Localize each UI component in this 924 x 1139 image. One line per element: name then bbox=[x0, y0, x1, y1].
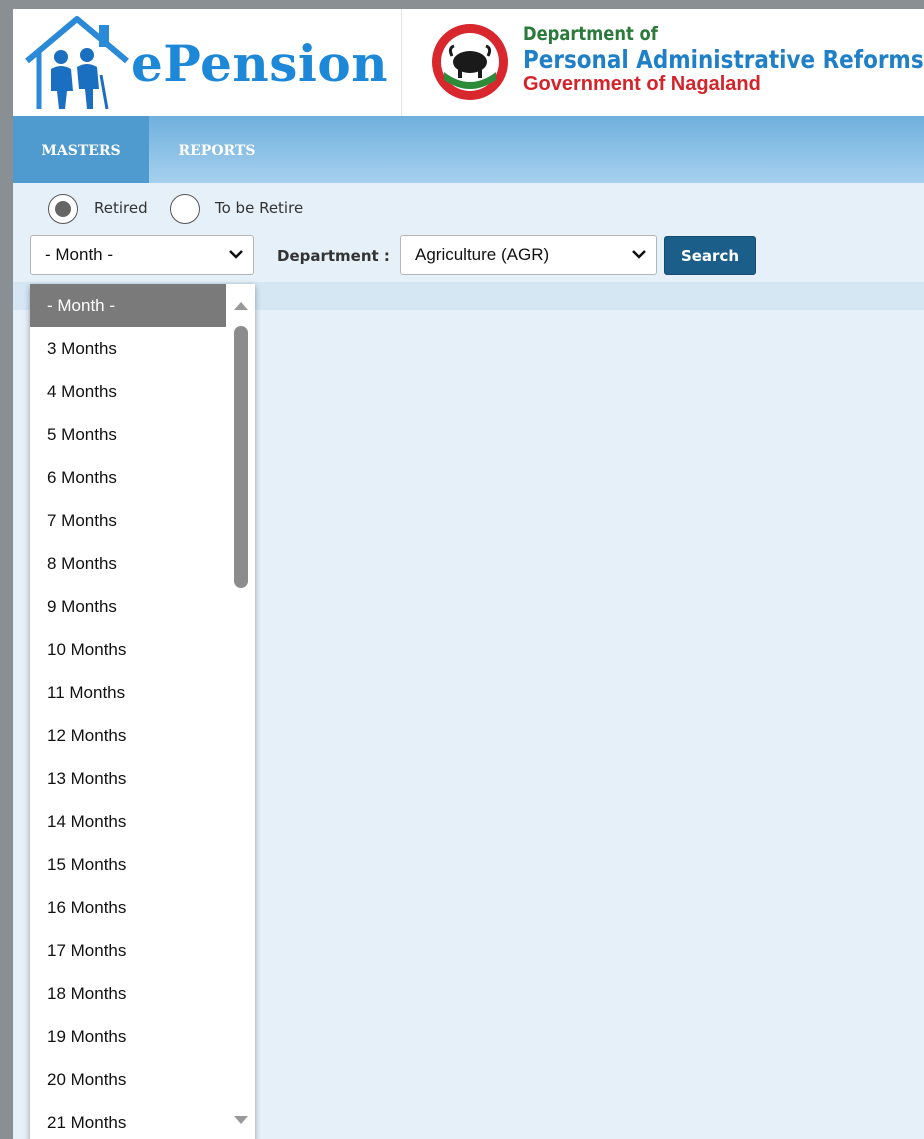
search-button[interactable]: Search bbox=[664, 236, 756, 275]
scroll-up-arrow-icon[interactable] bbox=[234, 302, 248, 310]
department-label: Department : bbox=[277, 247, 390, 265]
pension-house-icon bbox=[25, 16, 129, 110]
month-option[interactable]: 20 Months bbox=[30, 1058, 226, 1101]
radio-retired[interactable] bbox=[48, 194, 78, 224]
header-divider bbox=[401, 9, 402, 116]
nagaland-emblem-icon bbox=[432, 24, 508, 100]
month-option[interactable]: 13 Months bbox=[30, 757, 226, 800]
month-option[interactable]: 14 Months bbox=[30, 800, 226, 843]
scrollbar-thumb[interactable] bbox=[234, 326, 248, 588]
month-option[interactable]: 7 Months bbox=[30, 499, 226, 542]
app-frame: ePension Department of Personal Administ… bbox=[13, 9, 924, 1139]
department-select[interactable]: Agriculture (AGR) bbox=[400, 235, 657, 275]
epension-logo[interactable]: ePension bbox=[19, 13, 399, 113]
department-select-value: Agriculture (AGR) bbox=[415, 245, 550, 264]
month-option[interactable]: 9 Months bbox=[30, 585, 226, 628]
month-option[interactable]: 16 Months bbox=[30, 886, 226, 929]
month-option[interactable]: 15 Months bbox=[30, 843, 226, 886]
month-option[interactable]: 11 Months bbox=[30, 671, 226, 714]
month-option[interactable]: 19 Months bbox=[30, 1015, 226, 1058]
dropdown-scrollbar[interactable] bbox=[227, 284, 255, 1139]
dept-line-2: Personal Administrative Reforms bbox=[523, 45, 924, 74]
month-option[interactable]: 3 Months bbox=[30, 327, 226, 370]
radio-to-be-retire[interactable] bbox=[170, 194, 200, 224]
scroll-down-arrow-icon[interactable] bbox=[234, 1116, 248, 1124]
month-option[interactable]: 4 Months bbox=[30, 370, 226, 413]
month-option[interactable]: 6 Months bbox=[30, 456, 226, 499]
month-option[interactable]: - Month - bbox=[30, 284, 226, 327]
month-option[interactable]: 10 Months bbox=[30, 628, 226, 671]
month-option[interactable]: 5 Months bbox=[30, 413, 226, 456]
dept-line-3: Government of Nagaland bbox=[523, 73, 761, 95]
month-option[interactable]: 8 Months bbox=[30, 542, 226, 585]
department-title: Department of Personal Administrative Re… bbox=[523, 23, 924, 95]
radio-retired-label: Retired bbox=[94, 199, 148, 217]
main-nav: MASTERS REPORTS bbox=[13, 116, 924, 183]
month-select-value: - Month - bbox=[45, 245, 114, 264]
header: ePension Department of Personal Administ… bbox=[13, 9, 924, 116]
month-option[interactable]: 17 Months bbox=[30, 929, 226, 972]
app-name: ePension bbox=[131, 34, 389, 93]
month-option[interactable]: 12 Months bbox=[30, 714, 226, 757]
month-select[interactable]: - Month - bbox=[30, 235, 254, 275]
month-option[interactable]: 21 Months bbox=[30, 1101, 226, 1139]
nav-masters[interactable]: MASTERS bbox=[13, 116, 149, 183]
radio-to-be-retire-label: To be Retire bbox=[215, 199, 304, 217]
month-dropdown-list[interactable]: - Month -3 Months 4 Months 5 Months 6 Month… bbox=[30, 284, 255, 1139]
month-option[interactable]: 18 Months bbox=[30, 972, 226, 1015]
nav-reports[interactable]: REPORTS bbox=[161, 116, 273, 183]
dept-line-1: Department of bbox=[523, 23, 658, 45]
